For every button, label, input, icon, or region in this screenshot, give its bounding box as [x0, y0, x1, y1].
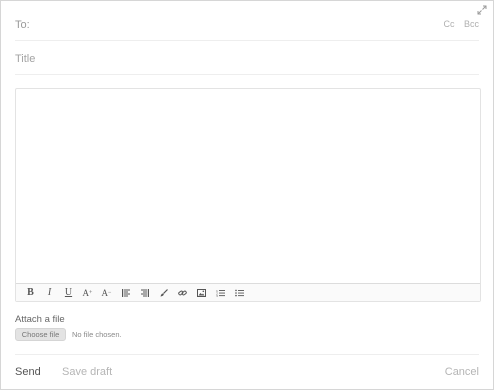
bcc-link[interactable]: Bcc: [464, 19, 479, 29]
bullet-list-button[interactable]: [230, 285, 249, 301]
align-right-button[interactable]: [135, 285, 154, 301]
brush-icon: [160, 288, 168, 296]
to-input[interactable]: [37, 15, 419, 35]
ordered-list-icon: 1 2 3: [216, 289, 225, 297]
message-body[interactable]: [16, 89, 480, 284]
attach-file-label: Attach a file: [15, 314, 65, 325]
bullet-list-icon: [235, 289, 244, 296]
align-left-icon: [121, 288, 130, 297]
image-icon: [197, 288, 206, 297]
cc-bcc-links: Cc Bcc: [443, 19, 479, 29]
decrease-font-mark: −: [108, 289, 112, 296]
file-status: No file chosen.: [72, 330, 122, 339]
to-label: To:: [15, 19, 30, 31]
cc-link[interactable]: Cc: [443, 19, 454, 29]
brush-button[interactable]: [154, 285, 173, 301]
underline-button[interactable]: U: [59, 285, 78, 301]
save-draft-button[interactable]: Save draft: [62, 366, 112, 378]
title-row: [15, 42, 479, 75]
align-left-button[interactable]: [116, 285, 135, 301]
message-editor: B I U A + A − 1 2 3: [15, 88, 481, 302]
increase-font-button[interactable]: A +: [78, 285, 97, 301]
to-row: To: Cc Bcc: [15, 7, 479, 41]
svg-text:3: 3: [216, 294, 218, 297]
footer-divider: [15, 354, 479, 355]
compose-window: To: Cc Bcc B I U A+ A−: [0, 0, 494, 390]
increase-font-mark: +: [89, 289, 93, 296]
send-button[interactable]: Send: [15, 366, 41, 378]
ordered-list-button[interactable]: 1 2 3: [211, 285, 230, 301]
italic-button[interactable]: I: [40, 285, 59, 301]
title-input[interactable]: [15, 50, 479, 68]
decrease-font-button[interactable]: A −: [97, 285, 116, 301]
link-icon: [178, 290, 187, 295]
choose-file-button[interactable]: Choose file: [15, 328, 66, 341]
link-button[interactable]: [173, 285, 192, 301]
image-button[interactable]: [192, 285, 211, 301]
formatting-toolbar: B I U A + A − 1 2 3: [16, 283, 480, 301]
bold-button[interactable]: B: [21, 285, 40, 301]
cancel-button[interactable]: Cancel: [445, 366, 479, 378]
align-right-icon: [140, 288, 149, 297]
